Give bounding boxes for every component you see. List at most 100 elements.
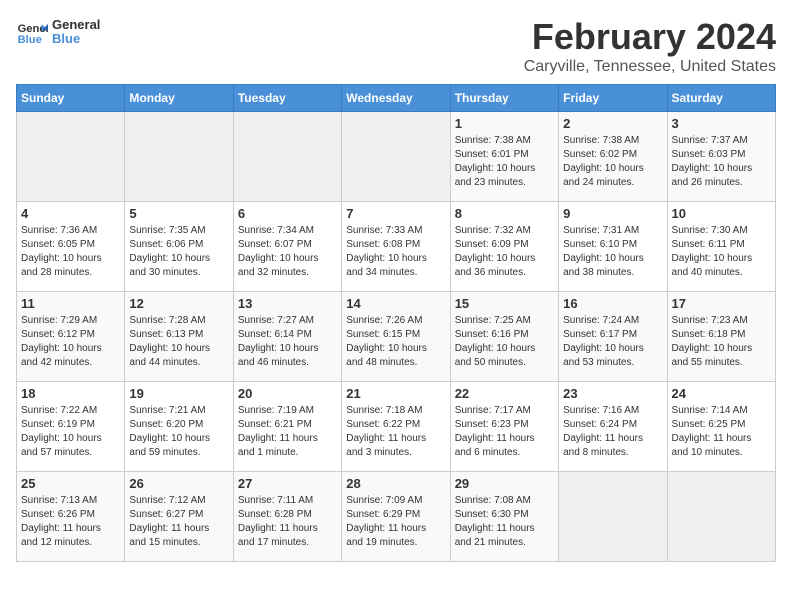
day-info: Sunrise: 7:26 AM Sunset: 6:15 PM Dayligh… <box>346 314 445 370</box>
week-row-2: 11Sunrise: 7:29 AM Sunset: 6:12 PM Dayli… <box>17 292 776 382</box>
calendar-cell: 6 Sunrise: 7:34 AM Sunset: 6:07 PM Daylig… <box>233 202 341 292</box>
calendar-cell: 22 Sunrise: 7:17 AM Sunset: 6:23 PM Dayli… <box>450 382 558 472</box>
day-info: Sunrise: 7:16 AM Sunset: 6:24 PM Dayligh… <box>563 404 662 460</box>
day-number: 21 <box>346 386 445 401</box>
day-info: Sunrise: 7:17 AM Sunset: 6:23 PM Dayligh… <box>455 404 554 460</box>
calendar-cell: 1 Sunrise: 7:38 AM Sunset: 6:01 PM Daylig… <box>450 112 558 202</box>
header: General Blue General Blue February 2024 … <box>16 16 776 76</box>
day-number: 6 <box>238 206 337 221</box>
day-number: 20 <box>238 386 337 401</box>
day-number: 23 <box>563 386 662 401</box>
day-number: 7 <box>346 206 445 221</box>
day-number: 24 <box>672 386 771 401</box>
week-row-3: 18 Sunrise: 7:22 AM Sunset: 6:19 PM Dayli… <box>17 382 776 472</box>
weekday-header-saturday: Saturday <box>667 85 775 112</box>
day-info: Sunrise: 7:27 AM Sunset: 6:14 PM Dayligh… <box>238 314 337 370</box>
weekday-header-friday: Friday <box>559 85 667 112</box>
day-info: Sunrise: 7:23 AM Sunset: 6:18 PM Dayligh… <box>672 314 771 370</box>
calendar-cell <box>233 112 341 202</box>
calendar-cell: 10 Sunrise: 7:30 AM Sunset: 6:11 PM Dayli… <box>667 202 775 292</box>
day-number: 19 <box>129 386 228 401</box>
logo-icon: General Blue <box>16 16 48 48</box>
calendar-cell: 19 Sunrise: 7:21 AM Sunset: 6:20 PM Dayli… <box>125 382 233 472</box>
day-info: Sunrise: 7:09 AM Sunset: 6:29 PM Dayligh… <box>346 494 445 550</box>
logo-blue: Blue <box>52 32 100 46</box>
day-number: 1 <box>455 116 554 131</box>
day-info: Sunrise: 7:34 AM Sunset: 6:07 PM Dayligh… <box>238 224 337 280</box>
day-info: Sunrise: 7:31 AM Sunset: 6:10 PM Dayligh… <box>563 224 662 280</box>
day-number: 4 <box>21 206 120 221</box>
calendar-cell: 7 Sunrise: 7:33 AM Sunset: 6:08 PM Daylig… <box>342 202 450 292</box>
day-number: 10 <box>672 206 771 221</box>
calendar-cell <box>125 112 233 202</box>
day-info: Sunrise: 7:35 AM Sunset: 6:06 PM Dayligh… <box>129 224 228 280</box>
weekday-header-row: SundayMondayTuesdayWednesdayThursdayFrid… <box>17 85 776 112</box>
day-number: 28 <box>346 476 445 491</box>
day-info: Sunrise: 7:24 AM Sunset: 6:17 PM Dayligh… <box>563 314 662 370</box>
calendar-cell: 17 Sunrise: 7:23 AM Sunset: 6:18 PM Dayli… <box>667 292 775 382</box>
day-number: 16 <box>563 296 662 311</box>
day-number: 8 <box>455 206 554 221</box>
calendar-cell: 18 Sunrise: 7:22 AM Sunset: 6:19 PM Dayli… <box>17 382 125 472</box>
day-number: 3 <box>672 116 771 131</box>
day-info: Sunrise: 7:32 AM Sunset: 6:09 PM Dayligh… <box>455 224 554 280</box>
day-number: 17 <box>672 296 771 311</box>
day-info: Sunrise: 7:38 AM Sunset: 6:01 PM Dayligh… <box>455 134 554 190</box>
week-row-1: 4Sunrise: 7:36 AM Sunset: 6:05 PM Daylig… <box>17 202 776 292</box>
day-number: 9 <box>563 206 662 221</box>
calendar-cell: 12 Sunrise: 7:28 AM Sunset: 6:13 PM Dayli… <box>125 292 233 382</box>
calendar-cell: 29Sunrise: 7:08 AM Sunset: 6:30 PM Dayli… <box>450 472 558 562</box>
day-info: Sunrise: 7:33 AM Sunset: 6:08 PM Dayligh… <box>346 224 445 280</box>
calendar-cell: 24 Sunrise: 7:14 AM Sunset: 6:25 PM Dayli… <box>667 382 775 472</box>
calendar-cell: 4Sunrise: 7:36 AM Sunset: 6:05 PM Daylig… <box>17 202 125 292</box>
logo-general: General <box>52 18 100 32</box>
calendar-cell <box>559 472 667 562</box>
calendar-cell: 13 Sunrise: 7:27 AM Sunset: 6:14 PM Dayli… <box>233 292 341 382</box>
weekday-header-wednesday: Wednesday <box>342 85 450 112</box>
calendar-cell: 20 Sunrise: 7:19 AM Sunset: 6:21 PM Dayli… <box>233 382 341 472</box>
day-number: 2 <box>563 116 662 131</box>
calendar-cell: 11Sunrise: 7:29 AM Sunset: 6:12 PM Dayli… <box>17 292 125 382</box>
day-info: Sunrise: 7:25 AM Sunset: 6:16 PM Dayligh… <box>455 314 554 370</box>
calendar-cell: 5Sunrise: 7:35 AM Sunset: 6:06 PM Daylig… <box>125 202 233 292</box>
day-info: Sunrise: 7:18 AM Sunset: 6:22 PM Dayligh… <box>346 404 445 460</box>
day-info: Sunrise: 7:28 AM Sunset: 6:13 PM Dayligh… <box>129 314 228 370</box>
calendar-cell: 27 Sunrise: 7:11 AM Sunset: 6:28 PM Dayli… <box>233 472 341 562</box>
day-info: Sunrise: 7:14 AM Sunset: 6:25 PM Dayligh… <box>672 404 771 460</box>
day-info: Sunrise: 7:21 AM Sunset: 6:20 PM Dayligh… <box>129 404 228 460</box>
day-number: 18 <box>21 386 120 401</box>
day-info: Sunrise: 7:11 AM Sunset: 6:28 PM Dayligh… <box>238 494 337 550</box>
day-info: Sunrise: 7:38 AM Sunset: 6:02 PM Dayligh… <box>563 134 662 190</box>
day-info: Sunrise: 7:08 AM Sunset: 6:30 PM Dayligh… <box>455 494 554 550</box>
weekday-header-sunday: Sunday <box>17 85 125 112</box>
day-info: Sunrise: 7:19 AM Sunset: 6:21 PM Dayligh… <box>238 404 337 460</box>
title-block: February 2024 Caryville, Tennessee, Unit… <box>524 16 776 76</box>
calendar-cell <box>17 112 125 202</box>
day-number: 14 <box>346 296 445 311</box>
logo: General Blue General Blue <box>16 16 100 48</box>
calendar-cell: 26Sunrise: 7:12 AM Sunset: 6:27 PM Dayli… <box>125 472 233 562</box>
weekday-header-monday: Monday <box>125 85 233 112</box>
week-row-4: 25 Sunrise: 7:13 AM Sunset: 6:26 PM Dayli… <box>17 472 776 562</box>
calendar-cell: 14 Sunrise: 7:26 AM Sunset: 6:15 PM Dayli… <box>342 292 450 382</box>
weekday-header-thursday: Thursday <box>450 85 558 112</box>
calendar-cell: 28 Sunrise: 7:09 AM Sunset: 6:29 PM Dayli… <box>342 472 450 562</box>
day-number: 27 <box>238 476 337 491</box>
day-number: 13 <box>238 296 337 311</box>
calendar-cell: 2 Sunrise: 7:38 AM Sunset: 6:02 PM Daylig… <box>559 112 667 202</box>
day-info: Sunrise: 7:13 AM Sunset: 6:26 PM Dayligh… <box>21 494 120 550</box>
day-info: Sunrise: 7:22 AM Sunset: 6:19 PM Dayligh… <box>21 404 120 460</box>
svg-text:Blue: Blue <box>18 34 42 46</box>
day-info: Sunrise: 7:37 AM Sunset: 6:03 PM Dayligh… <box>672 134 771 190</box>
calendar-cell <box>667 472 775 562</box>
day-number: 12 <box>129 296 228 311</box>
week-row-0: 1 Sunrise: 7:38 AM Sunset: 6:01 PM Daylig… <box>17 112 776 202</box>
calendar-cell: 21 Sunrise: 7:18 AM Sunset: 6:22 PM Dayli… <box>342 382 450 472</box>
calendar-cell: 15Sunrise: 7:25 AM Sunset: 6:16 PM Dayli… <box>450 292 558 382</box>
calendar-table: SundayMondayTuesdayWednesdayThursdayFrid… <box>16 84 776 562</box>
day-number: 25 <box>21 476 120 491</box>
calendar-cell: 16 Sunrise: 7:24 AM Sunset: 6:17 PM Dayli… <box>559 292 667 382</box>
day-number: 22 <box>455 386 554 401</box>
day-number: 11 <box>21 296 120 311</box>
day-info: Sunrise: 7:30 AM Sunset: 6:11 PM Dayligh… <box>672 224 771 280</box>
